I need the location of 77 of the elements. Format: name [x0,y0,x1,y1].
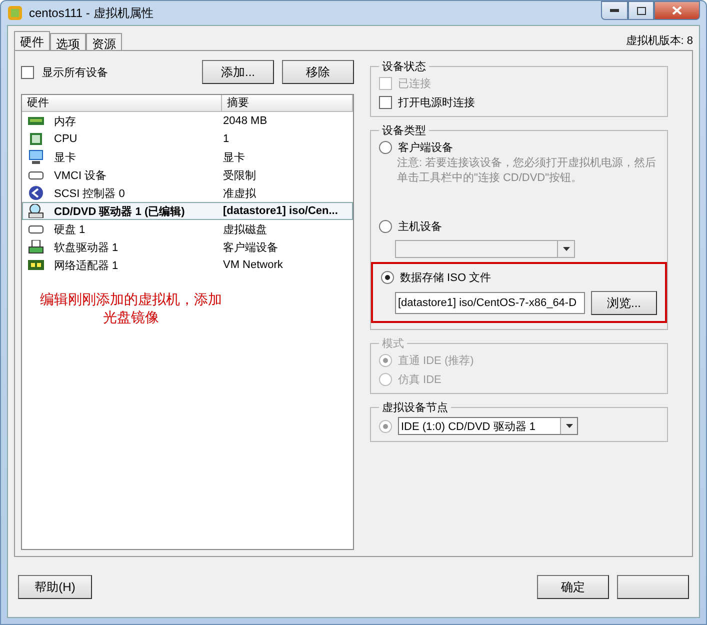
close-button[interactable] [654,1,700,20]
add-button[interactable]: 添加... [202,60,274,84]
hardware-name: 硬盘 1 [54,222,86,236]
minimize-button[interactable] [601,1,628,20]
window-title: centos111 - 虚拟机属性 [29,4,154,22]
help-button[interactable]: 帮助(H) [18,575,92,599]
monitor-icon [28,150,44,164]
checkbox[interactable] [379,96,392,109]
hardware-name: 内存 [54,114,76,128]
radio-label: 仿真 IDE [398,373,442,387]
hardware-summary: 受限制 [223,168,257,182]
node-dropdown[interactable]: IDE (1:0) CD/DVD 驱动器 1 [398,417,578,435]
hardware-name: 显卡 [54,150,76,164]
hardware-summary: VM Network [223,259,284,271]
hardware-name: 软盘驱动器 1 [54,240,118,254]
annotation-text: 光盘镜像 [103,309,159,327]
maximize-icon [636,6,646,14]
radio-label: 直通 IDE (推荐) [398,354,474,368]
checkbox[interactable] [21,66,34,78]
hardware-row[interactable]: 硬盘 1 虚拟磁盘 [22,220,353,238]
tab[interactable]: 选项 [50,33,86,51]
hardware-row[interactable]: CPU 1 [22,130,353,148]
close-icon [672,6,682,15]
iso-path-field[interactable]: [datastore1] iso/CentOS-7-x86_64-D [395,292,585,314]
hardware-summary: 准虚拟 [223,186,257,200]
floppy-drive-icon [28,240,44,254]
hardware-name: 网络适配器 1 [54,258,118,272]
minimize-icon [610,9,619,12]
chip-icon [28,132,44,146]
hardware-row[interactable]: CD/DVD 驱动器 1 (已编辑) [datastore1] iso/Cen... [22,202,353,220]
hardware-row[interactable]: 网络适配器 1 VM Network [22,256,353,274]
version-label: 虚拟机版本: 8 [626,34,693,48]
annotation-text: 编辑刚刚添加的虚拟机，添加 [40,291,222,309]
column-header[interactable]: 摘要 [222,95,353,112]
hardware-row[interactable]: SCSI 控制器 0 准虚拟 [22,184,353,202]
hardware-summary: 2048 MB [223,115,268,127]
network-card-icon [28,258,44,272]
memory-icon [28,114,44,128]
group-title: 模式 [381,337,405,351]
group-title: 设备状态 [381,60,427,74]
hardware-summary: 客户端设备 [223,240,279,254]
app-icon [7,5,23,21]
column-header[interactable]: 硬件 [22,95,222,112]
remove-button[interactable]: 移除 [282,60,354,84]
browse-button[interactable]: 浏览... [591,291,657,315]
hardware-name: CPU [54,133,78,145]
hardware-name: SCSI 控制器 0 [54,186,125,200]
hardware-name: VMCI 设备 [54,168,107,182]
checkbox-label: 显示所有设备 [42,66,108,80]
dialog-button[interactable] [617,575,689,599]
hardware-row[interactable]: 显卡 显卡 [22,148,353,166]
group-title: 虚拟设备节点 [381,400,449,415]
checkbox-label: 已连接 [398,76,431,91]
radio-label: 主机设备 [398,220,442,234]
radio-button[interactable] [379,420,392,432]
hardware-summary: 显卡 [223,150,246,164]
radio-button[interactable] [379,220,392,233]
radio-label: 客户端设备 [398,140,453,155]
group-title: 设备类型 [381,124,427,138]
hardware-name: CD/DVD 驱动器 1 (已编辑) [54,204,185,218]
radio-button[interactable] [381,271,394,284]
hardware-summary: 虚拟磁盘 [223,222,268,236]
checkbox-label: 打开电源时连接 [398,96,475,110]
note-text: 注意: 若要连接该设备，您必须打开虚拟机电源，然后单击工具栏中的"连接 CD/DVD"按钮。 [396,156,658,185]
hardware-row[interactable]: 软盘驱动器 1 客户端设备 [22,238,353,256]
controller-icon [28,186,44,200]
maximize-button[interactable] [628,1,654,20]
tab[interactable]: 资源 [86,33,122,51]
cd-drive-icon [28,204,44,218]
tab[interactable]: 硬件 [14,31,50,51]
radio-button[interactable] [379,141,392,154]
radio-label: 数据存储 ISO 文件 [400,270,492,285]
hardware-row[interactable]: 内存 2048 MB [22,112,353,130]
hardware-summary: 1 [223,133,230,145]
hardware-row[interactable]: VMCI 设备 受限制 [22,166,353,184]
ok-button[interactable]: 确定 [537,575,609,599]
hardware-summary: [datastore1] iso/Cen... [223,205,339,217]
